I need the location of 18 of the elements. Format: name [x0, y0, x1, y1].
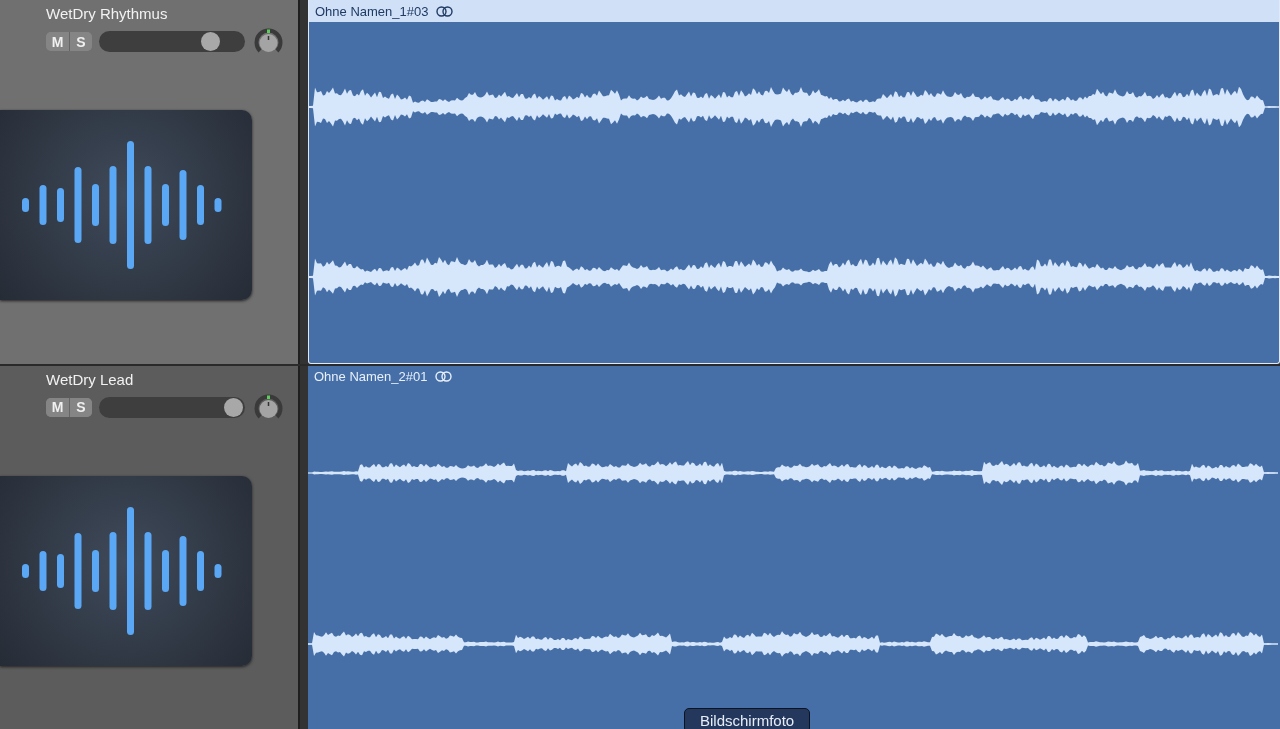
stereo-icon — [435, 371, 453, 382]
solo-button[interactable]: S — [69, 32, 92, 51]
tooltip: Bildschirmfoto — [684, 708, 811, 729]
mute-button[interactable]: M — [46, 397, 69, 417]
region-title: Ohne Namen_1#03 — [315, 3, 429, 19]
volume-slider[interactable] — [99, 31, 245, 52]
volume-slider[interactable] — [99, 396, 245, 418]
waveform-icon — [0, 475, 252, 666]
track-name: WetDry Rhythmus — [46, 5, 168, 23]
waveform-icon — [0, 110, 252, 300]
volume-thumb[interactable] — [201, 32, 221, 51]
volume-thumb[interactable] — [223, 397, 243, 417]
track-name: WetDry Lead — [46, 370, 134, 389]
mute-button[interactable]: M — [46, 32, 69, 51]
stereo-icon — [436, 5, 454, 17]
solo-button[interactable]: S — [69, 397, 92, 417]
audio-region[interactable]: Ohne Namen_1#03 — [308, 0, 1280, 364]
region-title: Ohne Namen_2#01 — [314, 369, 428, 384]
